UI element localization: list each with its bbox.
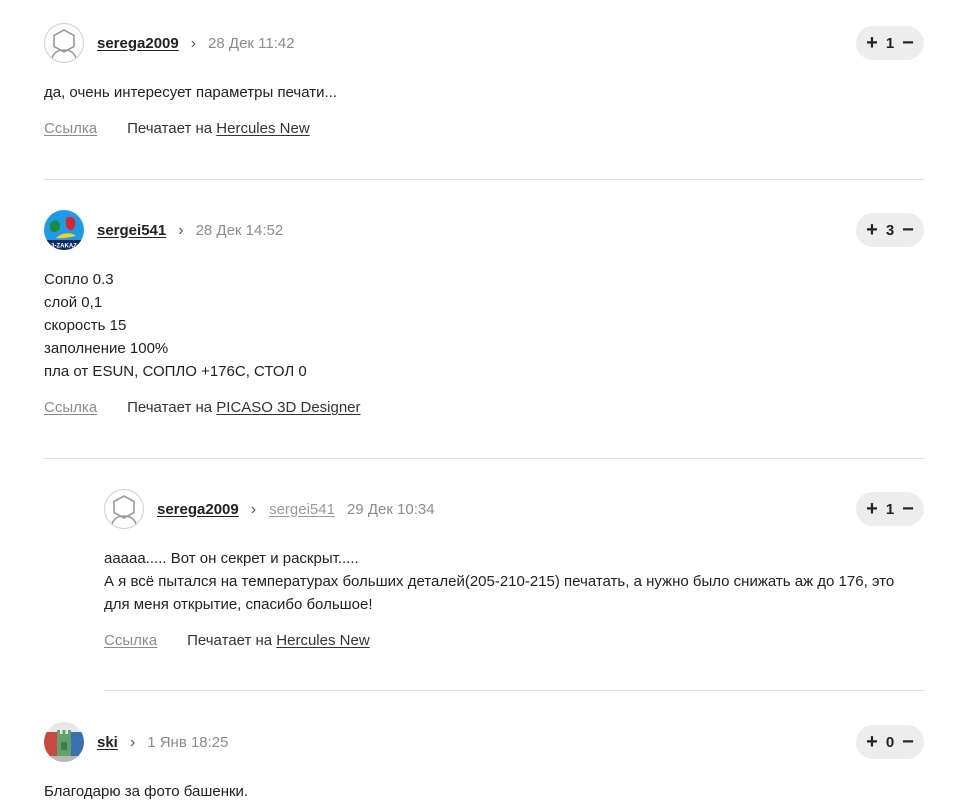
prints-on-label: Печатает на Hercules New [127, 120, 310, 137]
default-avatar-icon [111, 495, 137, 524]
comment-author[interactable]: serega2009 [97, 35, 179, 52]
logo-avatar-text: 3-ZAKAZ [51, 244, 77, 250]
comment-header: serega2009 › 28 Дек 11:42 + 1 − [44, 23, 924, 63]
comment-header: serega2009 › sergei541 29 Дек 10:34 + 1 … [104, 489, 924, 529]
comment-text: ааааа..... Вот он секрет и раскрыт..... … [104, 547, 924, 616]
comment: ski › 1 Янв 18:25 + 0 − Благодарю за фот… [44, 722, 924, 803]
upvote-button[interactable]: + [865, 732, 879, 752]
comment-footer: Ссылка Печатает на Hercules New [44, 120, 924, 137]
reply-comment: serega2009 › sergei541 29 Дек 10:34 + 1 … [104, 489, 924, 649]
upvote-button[interactable]: + [865, 33, 879, 53]
logo-avatar-image: 3-ZAKAZ [44, 210, 84, 250]
comment-date: 29 Дек 10:34 [346, 500, 435, 518]
comment-text: Сопло 0.3 слой 0,1 скорость 15 заполнени… [44, 268, 924, 383]
comment-footer: Ссылка Печатает на Hercules New [104, 632, 924, 649]
comment-text: да, очень интересует параметры печати... [44, 81, 924, 104]
comment-author[interactable]: ski [97, 734, 118, 751]
prints-on-label: Печатает на PICASO 3D Designer [127, 399, 360, 416]
avatar[interactable]: 3-ZAKAZ [44, 210, 84, 250]
printer-link[interactable]: Hercules New [276, 632, 369, 649]
chevron-right-icon: › [190, 35, 197, 52]
vote-control: + 0 − [856, 725, 924, 759]
prints-on-prefix: Печатает на [127, 399, 213, 416]
avatar[interactable] [44, 23, 84, 63]
comment-text-line: пла от ESUN, СОПЛО +176C, СТОЛ 0 [44, 363, 307, 380]
vote-count: 1 [885, 500, 895, 518]
comment-author[interactable]: sergei541 [97, 222, 166, 239]
prints-on-prefix: Печатает на [127, 120, 213, 137]
comment-date: 1 Янв 18:25 [147, 733, 229, 751]
comment-divider [44, 179, 924, 180]
comment-header: ski › 1 Янв 18:25 + 0 − [44, 722, 924, 762]
chevron-right-icon: › [178, 222, 184, 239]
printer-link[interactable]: Hercules New [216, 120, 309, 137]
comment-text-line: слой 0,1 [44, 294, 103, 311]
prints-on-prefix: Печатает на [187, 632, 273, 649]
prints-on-label: Печатает на Hercules New [187, 632, 370, 649]
comment-text-line: ааааа..... Вот он секрет и раскрыт..... [104, 550, 359, 567]
permalink[interactable]: Ссылка [44, 120, 97, 137]
comment-author[interactable]: serega2009 [157, 501, 239, 518]
comment-text-line: заполнение 100% [44, 340, 169, 357]
comment-text-line: А я всё пытался на температурах больших … [104, 573, 895, 613]
vote-control: + 3 − [856, 213, 924, 247]
vote-count: 0 [885, 733, 895, 751]
comment: serega2009 › 28 Дек 11:42 + 1 − да, очен… [44, 23, 924, 137]
comment-text-line: да, очень интересует параметры печати... [44, 84, 337, 101]
vote-control: + 1 − [856, 492, 924, 526]
tower-photo-avatar-image [44, 722, 84, 762]
vote-count: 1 [885, 34, 895, 52]
comment-divider [44, 458, 924, 459]
chevron-right-icon: › [129, 734, 136, 751]
comment-text: Благодарю за фото башенки. [44, 780, 924, 803]
comment: 3-ZAKAZ sergei541 › 28 Дек 14:52 + 3 − С… [44, 210, 924, 416]
downvote-button[interactable]: − [901, 220, 915, 240]
comment-divider [104, 690, 924, 691]
reply-to-author[interactable]: sergei541 [269, 501, 335, 518]
avatar[interactable] [44, 722, 84, 762]
upvote-button[interactable]: + [865, 220, 879, 240]
vote-count: 3 [885, 221, 895, 239]
downvote-button[interactable]: − [901, 499, 915, 519]
comment-footer: Ссылка Печатает на PICASO 3D Designer [44, 399, 924, 416]
downvote-button[interactable]: − [901, 33, 915, 53]
vote-control: + 1 − [856, 26, 924, 60]
printer-link[interactable]: PICASO 3D Designer [216, 399, 360, 416]
upvote-button[interactable]: + [865, 499, 879, 519]
avatar[interactable] [104, 489, 144, 529]
default-avatar-icon [51, 29, 77, 58]
comment-date: 28 Дек 11:42 [208, 34, 295, 52]
comment-text-line: Сопло 0.3 [44, 271, 114, 288]
comment-header: 3-ZAKAZ sergei541 › 28 Дек 14:52 + 3 − [44, 210, 924, 250]
comment-date: 28 Дек 14:52 [195, 221, 284, 239]
comment-text-line: скорость 15 [44, 317, 127, 334]
chevron-right-icon: › [250, 501, 257, 518]
comment-text-line: Благодарю за фото башенки. [44, 783, 249, 800]
permalink[interactable]: Ссылка [44, 399, 97, 416]
downvote-button[interactable]: − [901, 732, 915, 752]
permalink[interactable]: Ссылка [104, 632, 157, 649]
